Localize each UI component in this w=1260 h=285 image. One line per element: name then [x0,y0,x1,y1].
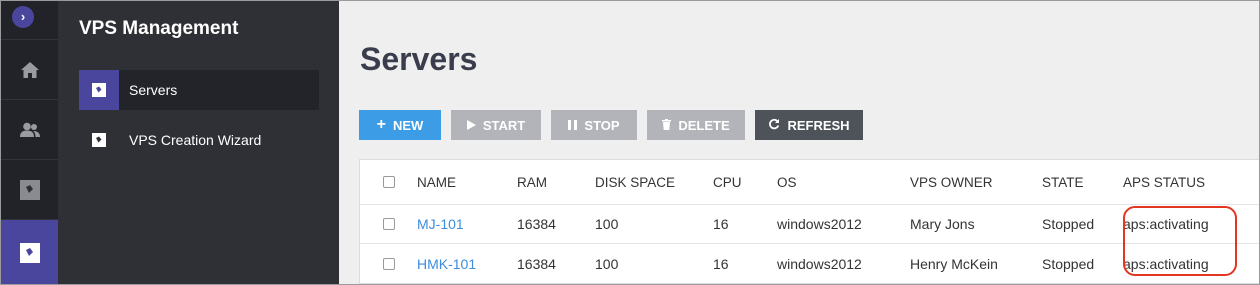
row-checkbox-cell [360,257,417,270]
stop-button[interactable]: STOP [551,110,637,140]
delete-button[interactable]: DELETE [647,110,745,140]
os-cell: windows2012 [777,216,862,232]
app-icon-active [19,243,40,263]
ram-cell: 16384 [517,255,556,272]
table-header: NAME RAM DISK SPACE CPU OS VPS OWNER STA… [360,160,1259,205]
column-header-aps-status[interactable]: APS STATUS [1123,175,1253,190]
page-title: Servers [360,41,478,77]
server-name-link[interactable]: MJ-101 [417,216,517,232]
rail-home[interactable] [1,39,58,99]
column-header-state[interactable]: STATE [1042,175,1123,190]
start-button-label: START [482,117,526,133]
ram-cell: 16384 [517,216,556,232]
row-checkbox-cell [360,218,417,230]
state-cell: Stopped [1042,216,1095,232]
column-header-cpu[interactable]: CPU [713,175,777,190]
new-button-label: NEW [393,117,424,133]
sidebar: VPS Management Servers VPS Creation Wiza… [58,1,339,284]
expand-toggle-icon[interactable]: › [12,6,34,28]
stop-button-label: STOP [584,117,620,133]
server-name-link[interactable]: HMK-101 [417,256,517,272]
play-icon [466,118,476,133]
plus-icon: + [376,116,386,133]
os-cell: windows2012 [777,255,862,272]
rail-app[interactable] [1,159,58,219]
owner-cell: Mary Jons [910,216,975,232]
new-button[interactable]: + NEW [359,110,441,140]
pause-icon [568,118,578,133]
disk-cell: 100 [595,216,619,232]
sidebar-item-label: Servers [129,82,178,98]
trash-icon [662,118,672,133]
sidebar-item-label: VPS Creation Wizard [129,132,262,148]
wizard-icon [79,120,119,160]
column-header-ram[interactable]: RAM [517,175,595,190]
state-cell: Stopped [1042,255,1095,272]
column-header-disk-space[interactable]: DISK SPACE [595,175,713,190]
sidebar-item-servers[interactable]: Servers [79,70,319,110]
delete-button-label: DELETE [678,117,730,133]
cpu-cell: 16 [713,255,729,272]
column-header-os[interactable]: OS [777,175,910,190]
refresh-button[interactable]: REFRESH [755,110,863,140]
app-icon [19,179,40,200]
users-icon [19,122,40,137]
row-checkbox[interactable] [382,257,395,270]
select-all-checkbox-cell [360,176,417,188]
annotation-highlight [1123,206,1237,276]
sidebar-title: VPS Management [79,18,239,39]
app-window: › VPS Management Servers VPS Creation Wi… [0,0,1260,285]
sidebar-item-vps-wizard[interactable]: VPS Creation Wizard [79,120,319,160]
icon-rail: › [1,1,58,284]
main-content: Servers + NEW START STOP DELETE REFRESH … [339,1,1259,284]
disk-cell: 100 [595,255,619,272]
refresh-icon [768,118,780,133]
rail-app-active[interactable] [1,219,58,284]
rail-users[interactable] [1,99,58,159]
column-header-name[interactable]: NAME [417,175,517,190]
toolbar: + NEW START STOP DELETE REFRESH [359,110,863,140]
servers-icon [79,70,119,110]
home-icon [20,61,39,78]
column-header-vps-owner[interactable]: VPS OWNER [910,175,1042,190]
start-button[interactable]: START [451,110,541,140]
owner-cell: Henry McKein [910,255,998,272]
refresh-button-label: REFRESH [787,117,850,133]
row-checkbox[interactable] [382,218,395,230]
cpu-cell: 16 [713,216,729,232]
select-all-checkbox[interactable] [382,176,395,188]
